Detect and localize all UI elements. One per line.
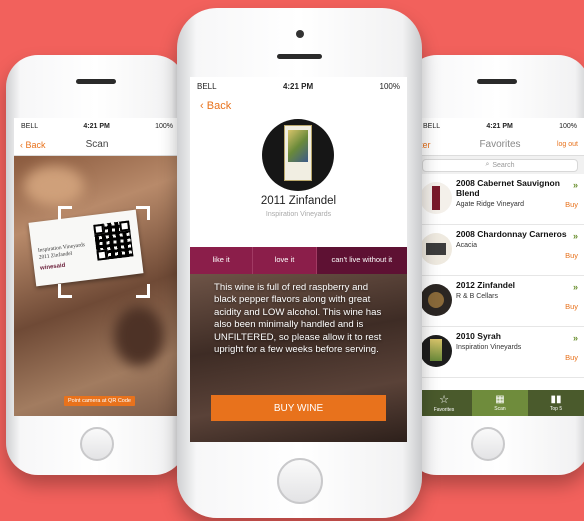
- qr-scan-frame: [58, 206, 150, 298]
- list-item[interactable]: 2010 Syrah Inspiration Vineyards » Buy: [416, 327, 584, 378]
- rate-like-button[interactable]: like it: [190, 247, 254, 274]
- frame-corner: [136, 206, 150, 220]
- back-label: Back: [25, 139, 46, 150]
- wine-header: 2011 Zinfandel Inspiration Vineyards: [190, 117, 407, 220]
- wine-detail-screen: BELL 4:21 PM 100% ‹ Back 2011 Zinfandel …: [190, 77, 407, 442]
- home-button[interactable]: [471, 427, 505, 461]
- favorites-screen: BELL 4:21 PM 100% ilter Favorites log ou…: [416, 118, 584, 416]
- time-label: 4:21 PM: [83, 122, 110, 130]
- tab-label: Favorites: [433, 407, 455, 413]
- back-button[interactable]: ‹ Back: [14, 140, 46, 150]
- bottle-label: [284, 125, 312, 181]
- frame-corner: [58, 206, 72, 220]
- wine-thumbnail: [420, 182, 452, 214]
- rate-cant-live-without-button[interactable]: can't live without it: [316, 247, 407, 274]
- battery-label: 100%: [379, 81, 400, 91]
- list-item[interactable]: 2008 Cabernet Sauvignon Blend Agate Ridg…: [416, 174, 584, 225]
- list-item[interactable]: 2012 Zinfandel R & B Cellars » Buy: [416, 276, 584, 327]
- item-title: 2008 Chardonnay Carneros: [456, 229, 567, 239]
- logout-button[interactable]: log out: [557, 141, 578, 148]
- buy-button[interactable]: Buy: [565, 302, 578, 311]
- wine-winery: Inspiration Vineyards: [265, 211, 332, 218]
- item-title: 2008 Cabernet Sauvignon Blend: [456, 178, 560, 198]
- tab-scan[interactable]: ▦ Scan: [472, 390, 528, 416]
- wine-label-image: [262, 119, 334, 191]
- scan-hint: Point camera at QR Code: [64, 396, 135, 406]
- speaker: [477, 79, 517, 84]
- camera-view[interactable]: Inspiration Vineyards 2011 Zinfandel win…: [14, 156, 180, 416]
- item-winery: Inspiration Vineyards: [456, 343, 522, 351]
- label-art: [288, 130, 308, 162]
- carrier-label: BELL: [423, 122, 441, 130]
- search-input[interactable]: ⌕ Search: [422, 158, 578, 172]
- tab-label: Top 5: [549, 406, 563, 412]
- wine-thumbnail: [420, 284, 452, 316]
- buy-wine-button[interactable]: BUY WINE: [211, 395, 386, 421]
- wine-thumbnail: [420, 233, 452, 265]
- speaker: [277, 54, 322, 59]
- chevron-right-icon: »: [572, 282, 578, 292]
- favorites-navbar: ilter Favorites log out: [416, 134, 584, 156]
- status-bar: BELL 4:21 PM 100%: [14, 118, 180, 134]
- detail-navbar: ‹ Back: [190, 95, 407, 117]
- battery-label: 100%: [559, 122, 577, 130]
- bg-blur: [24, 166, 84, 206]
- description-panel: This wine is full of red raspberry and b…: [190, 274, 407, 442]
- item-title: 2010 Syrah: [456, 331, 501, 341]
- buy-button[interactable]: Buy: [565, 353, 578, 362]
- bg-blur: [114, 306, 164, 366]
- home-button[interactable]: [277, 458, 323, 504]
- carrier-label: BELL: [21, 122, 39, 130]
- status-bar: BELL 4:21 PM 100%: [190, 77, 407, 95]
- search-icon: ⌕: [485, 161, 490, 168]
- frame-corner: [58, 284, 72, 298]
- qr-icon: ▦: [495, 394, 505, 405]
- speaker: [76, 79, 116, 84]
- rate-love-button[interactable]: love it: [253, 247, 317, 274]
- wine-thumbnail: [420, 335, 452, 367]
- back-label: Back: [206, 100, 232, 112]
- tab-top5[interactable]: ▮▮ Top 5: [528, 390, 584, 416]
- frame-corner: [136, 284, 150, 298]
- star-icon: ☆: [439, 394, 449, 406]
- time-label: 4:21 PM: [282, 81, 314, 91]
- chevron-right-icon: »: [572, 333, 578, 343]
- battery-label: 100%: [155, 122, 173, 130]
- chevron-right-icon: »: [572, 180, 578, 190]
- tab-favorites[interactable]: ☆ Favorites: [416, 390, 472, 416]
- item-title: 2012 Zinfandel: [456, 280, 516, 290]
- buy-button[interactable]: Buy: [565, 251, 578, 260]
- tab-label: Scan: [494, 406, 506, 412]
- buy-button[interactable]: Buy: [565, 200, 578, 209]
- time-label: 4:21 PM: [486, 122, 513, 130]
- rating-bar: like it love it can't live without it: [190, 247, 407, 274]
- scan-navbar: ‹ Back Scan: [14, 134, 180, 156]
- back-button[interactable]: ‹ Back: [200, 100, 231, 112]
- scan-screen: BELL 4:21 PM 100% ‹ Back Scan Inspiratio…: [14, 118, 180, 416]
- list-item[interactable]: 2008 Chardonnay Carneros Acacia » Buy: [416, 225, 584, 276]
- home-button[interactable]: [80, 427, 114, 461]
- front-camera: [296, 30, 304, 38]
- wine-description: This wine is full of red raspberry and b…: [214, 282, 382, 356]
- bar-chart-icon: ▮▮: [550, 394, 562, 405]
- chevron-right-icon: »: [572, 231, 578, 241]
- carrier-label: BELL: [197, 81, 217, 91]
- tab-bar: ☆ Favorites ▦ Scan ▮▮ Top 5: [416, 390, 584, 416]
- status-bar: BELL 4:21 PM 100%: [416, 118, 584, 134]
- wine-name: 2011 Zinfandel: [260, 195, 337, 207]
- item-winery: Acacia: [456, 241, 478, 249]
- search-placeholder: Search: [492, 161, 515, 169]
- item-winery: R & B Cellars: [456, 292, 499, 300]
- search-bar: ⌕ Search: [416, 156, 584, 174]
